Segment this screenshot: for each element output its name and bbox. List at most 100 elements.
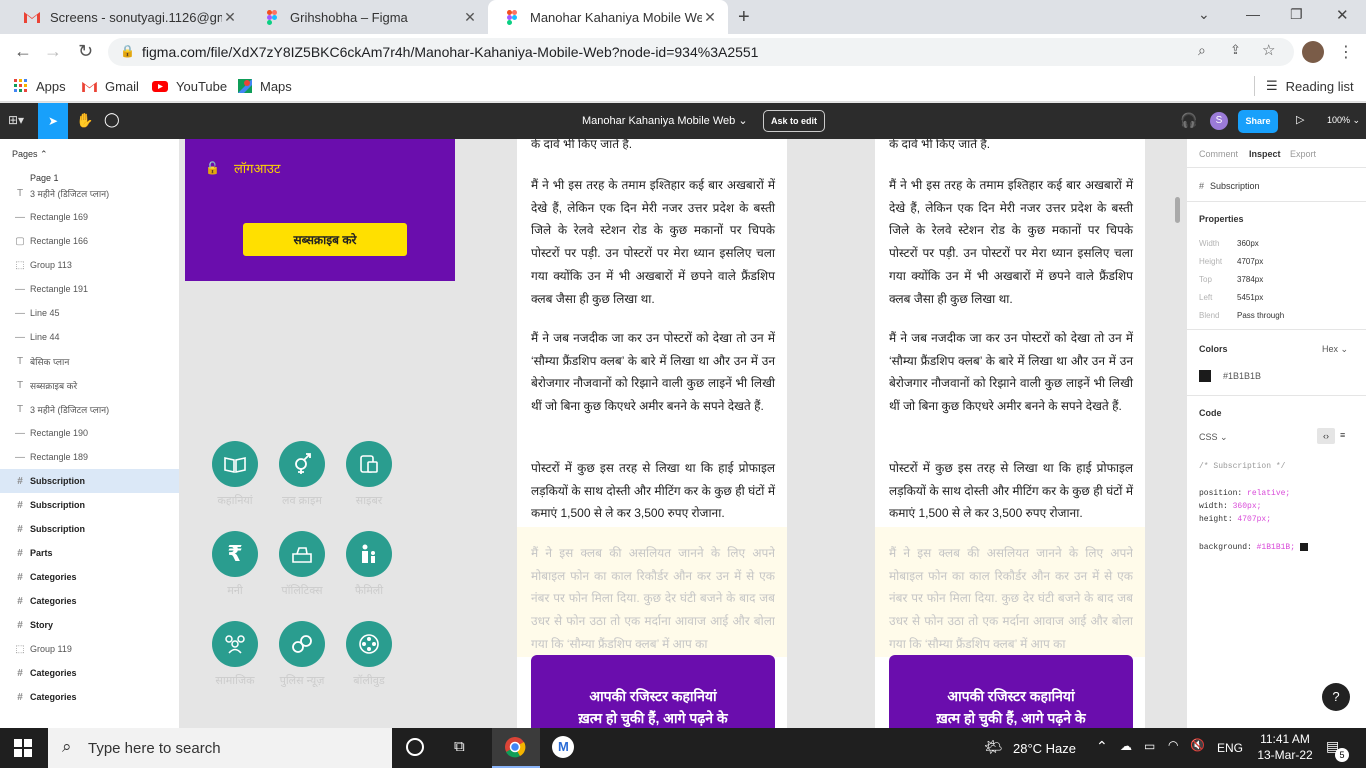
- file-name[interactable]: Manohar Kahaniya Mobile Web ⌄: [582, 114, 748, 127]
- layer-item[interactable]: # Parts: [0, 541, 179, 565]
- battery-icon[interactable]: ▭: [1144, 739, 1155, 753]
- layer-item[interactable]: — Rectangle 189: [0, 445, 179, 469]
- layer-item[interactable]: T 3 महीने (डिजिटल प्लान): [0, 397, 179, 421]
- windows-start-icon[interactable]: [14, 739, 32, 762]
- url-field[interactable]: 🔒 figma.com/file/XdX7zY8IZ5BKC6ckAm7r4h/…: [108, 38, 1294, 66]
- bookmark-youtube[interactable]: YouTube: [152, 76, 227, 96]
- category-family[interactable]: फैमिली: [339, 531, 399, 598]
- tab-inspect[interactable]: Inspect: [1249, 149, 1281, 159]
- layer-item[interactable]: # Categories: [0, 661, 179, 685]
- category-social[interactable]: सामाजिक: [205, 621, 265, 688]
- back-arrow-icon[interactable]: ←: [14, 41, 32, 62]
- color-format-select[interactable]: Hex ⌄: [1322, 344, 1348, 355]
- cortana-icon[interactable]: [406, 738, 424, 756]
- chevron-up-icon[interactable]: ⌃: [1096, 738, 1108, 755]
- ask-to-edit-button[interactable]: Ask to edit: [763, 110, 826, 132]
- close-icon[interactable]: ✕: [462, 9, 478, 26]
- zoom-search-icon[interactable]: ⌕: [1198, 42, 1206, 59]
- category-politics[interactable]: पॉलिटिक्स: [272, 531, 332, 598]
- layer-item[interactable]: # Categories: [0, 685, 179, 709]
- main-menu-icon[interactable]: ⊞▾: [8, 113, 24, 127]
- category-kahaniyan[interactable]: कहानियां: [205, 441, 265, 508]
- logout-item[interactable]: 🔓 लॉगआउट: [205, 159, 280, 177]
- task-view-icon[interactable]: ⧉: [454, 738, 465, 755]
- tab-grihshobha[interactable]: Grihshobha – Figma ✕: [248, 0, 488, 34]
- property-value[interactable]: 4707px: [1237, 257, 1263, 266]
- category-cyber[interactable]: साइबर: [339, 441, 399, 508]
- property-value[interactable]: 360px: [1237, 239, 1259, 248]
- weather-text[interactable]: 28°C Haze: [1013, 741, 1076, 756]
- color-hex-value[interactable]: #1B1B1B: [1223, 371, 1261, 381]
- speaker-muted-icon[interactable]: 🔇: [1190, 738, 1205, 752]
- tab-export[interactable]: Export: [1290, 149, 1316, 159]
- reading-list-button[interactable]: ☰ Reading list: [1266, 76, 1354, 96]
- present-play-icon[interactable]: ▷: [1296, 113, 1304, 126]
- more-menu-icon[interactable]: ⋮: [1338, 42, 1354, 62]
- color-swatch[interactable]: [1199, 370, 1211, 382]
- layer-item[interactable]: ⬚ Group 113: [0, 253, 179, 277]
- wifi-icon[interactable]: ◠: [1168, 738, 1178, 752]
- property-value[interactable]: 3784px: [1237, 275, 1263, 284]
- bookmark-star-icon[interactable]: ☆: [1262, 41, 1275, 59]
- bookmark-maps[interactable]: Maps: [238, 76, 292, 96]
- layer-item[interactable]: T बेसिक प्लान: [0, 349, 179, 373]
- subscribe-button[interactable]: सब्सक्राइब करे: [243, 223, 407, 256]
- headphones-icon[interactable]: 🎧: [1180, 112, 1197, 129]
- layer-item[interactable]: — Rectangle 191: [0, 277, 179, 301]
- canvas-scrollbar[interactable]: [1175, 197, 1180, 223]
- clock[interactable]: 11:41 AM 13-Mar-22: [1256, 732, 1314, 762]
- layer-item[interactable]: # Subscription: [0, 493, 179, 517]
- tab-manohar-kahaniya[interactable]: Manohar Kahaniya Mobile Web – ✕: [488, 0, 728, 34]
- layer-item[interactable]: ⬚ Group 119: [0, 637, 179, 661]
- tab-search-icon[interactable]: ⌄: [1198, 6, 1210, 23]
- layer-item[interactable]: # Story: [0, 613, 179, 637]
- layer-item[interactable]: — Rectangle 190: [0, 421, 179, 445]
- list-view-icon[interactable]: ≡: [1340, 430, 1345, 440]
- share-button[interactable]: Share: [1238, 110, 1278, 133]
- language-indicator[interactable]: ENG: [1217, 741, 1243, 755]
- figma-canvas[interactable]: 🔓 लॉगआउट सब्सक्राइब करे कहानियां लव क्रा…: [180, 139, 1186, 728]
- reload-icon[interactable]: ↻: [78, 41, 93, 62]
- property-value[interactable]: Pass through: [1237, 311, 1284, 320]
- user-avatar[interactable]: S: [1210, 112, 1228, 130]
- hand-tool-icon[interactable]: ✋: [76, 112, 93, 129]
- layer-item[interactable]: — Line 45: [0, 301, 179, 325]
- layer-item[interactable]: # Subscription: [0, 469, 179, 493]
- minimize-button[interactable]: —: [1246, 6, 1260, 22]
- close-icon[interactable]: ✕: [222, 9, 238, 26]
- tab-comment[interactable]: Comment: [1199, 149, 1238, 159]
- maximize-button[interactable]: ❐: [1290, 6, 1303, 23]
- property-value[interactable]: 5451px: [1237, 293, 1263, 302]
- move-tool-button[interactable]: ➤: [38, 103, 68, 139]
- profile-avatar[interactable]: [1302, 41, 1324, 63]
- layer-item[interactable]: ▢ Rectangle 166: [0, 229, 179, 253]
- comment-tool-icon[interactable]: ◯: [104, 111, 120, 128]
- cloud-icon[interactable]: ☁: [1120, 739, 1132, 753]
- category-bollywood[interactable]: बॉलीवुड: [339, 621, 399, 688]
- layer-item[interactable]: — Line 44: [0, 325, 179, 349]
- bookmark-apps[interactable]: Apps: [14, 76, 66, 96]
- code-language-select[interactable]: CSS ⌄: [1199, 432, 1228, 443]
- category-police-news[interactable]: पुलिस न्यूज़: [272, 621, 332, 688]
- layer-item[interactable]: — Rectangle 169: [0, 205, 179, 229]
- bookmark-gmail[interactable]: Gmail: [82, 76, 139, 96]
- share-page-icon[interactable]: ⇪: [1230, 42, 1241, 58]
- category-money[interactable]: ₹ मनी: [205, 531, 265, 598]
- layer-item[interactable]: # Subscription: [0, 517, 179, 541]
- new-tab-button[interactable]: +: [738, 6, 750, 29]
- zoom-level[interactable]: 100% ⌄: [1327, 115, 1360, 126]
- category-love-crime[interactable]: लव क्राइम: [272, 441, 332, 508]
- forward-arrow-icon[interactable]: →: [44, 41, 62, 62]
- layer-item[interactable]: T सब्सक्राइब करे: [0, 373, 179, 397]
- app-taskbar-item[interactable]: M: [552, 736, 574, 758]
- window-close-button[interactable]: ✕: [1336, 6, 1349, 24]
- layer-item[interactable]: # Categories: [0, 565, 179, 589]
- taskbar-search[interactable]: ⌕ Type here to search: [48, 728, 392, 768]
- pages-header[interactable]: Pages ⌃: [12, 149, 48, 160]
- help-button[interactable]: ?: [1322, 683, 1350, 711]
- tab-gmail[interactable]: Screens - sonutyagi.1126@gmail ✕: [8, 0, 248, 34]
- layer-item[interactable]: # Categories: [0, 589, 179, 613]
- code-view-icon[interactable]: ‹›: [1317, 428, 1335, 444]
- close-icon[interactable]: ✕: [702, 9, 718, 26]
- chrome-taskbar-item[interactable]: [492, 728, 540, 768]
